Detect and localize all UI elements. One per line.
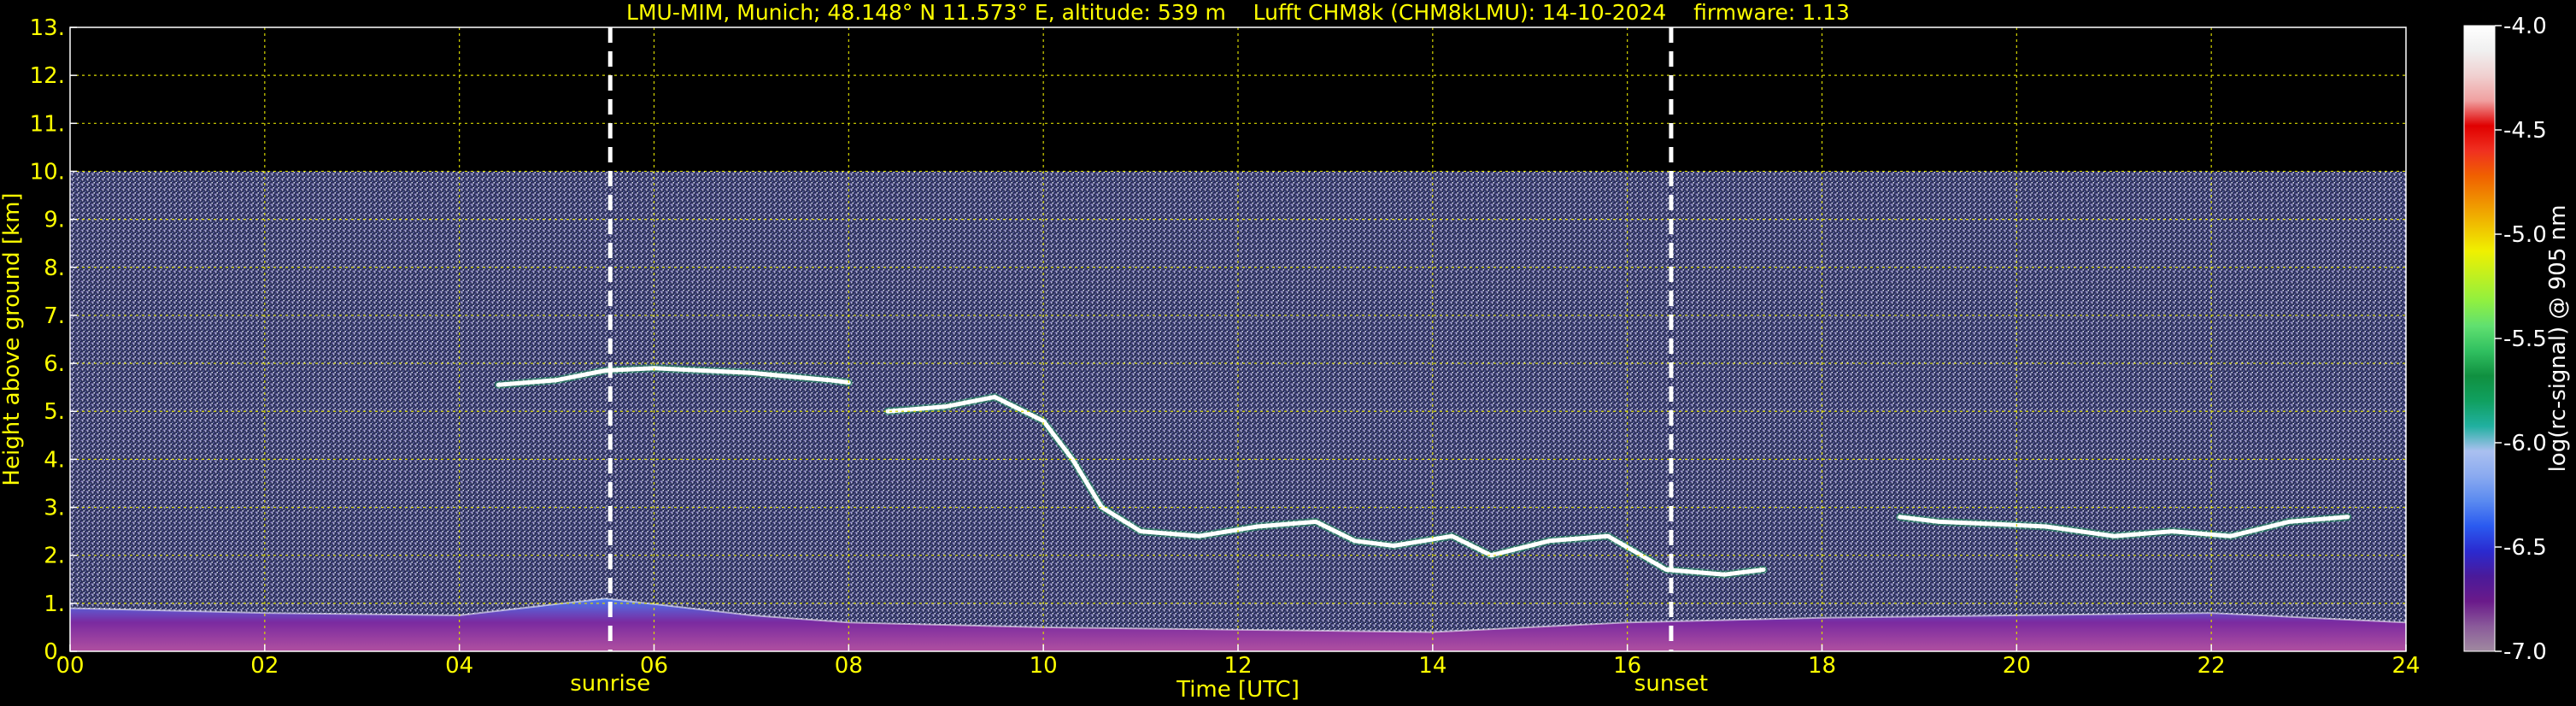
x-tick-label: 18: [1808, 653, 1836, 679]
colorbar-label: log(rc-signal) @ 905 nm: [2545, 205, 2571, 473]
event-label-sunset: sunset: [1634, 671, 1708, 697]
y-tick-label: 12.: [30, 63, 65, 89]
y-tick-label: 5.: [44, 399, 65, 425]
x-tick-label: 10: [1030, 653, 1058, 679]
colorbar-tick-label: -5.5: [2503, 327, 2547, 352]
x-tick-label: 14: [1418, 653, 1446, 679]
y-tick-label: 10.: [30, 159, 65, 185]
x-tick-label: 06: [640, 653, 668, 679]
colorbar-tick-label: -6.0: [2503, 431, 2547, 456]
y-tick-label: 6.: [44, 351, 65, 377]
y-tick-label: 9.: [44, 208, 65, 233]
y-tick-label: 4.: [44, 447, 65, 473]
x-tick-label: 02: [250, 653, 279, 679]
y-tick-label: 0.: [44, 639, 65, 665]
x-tick-label: 22: [2198, 653, 2226, 679]
colorbar-tick-label: -4.5: [2503, 118, 2547, 144]
chart-title: LMU-MIM, Munich; 48.148° N 11.573° E, al…: [626, 0, 1850, 25]
y-tick-label: 3.: [44, 496, 65, 521]
colorbar: -4.0 -4.5 -5.0 -5.5 -6.0 -6.5 -7.0 log(rc-sign…: [2463, 14, 2571, 665]
x-tick-label: 04: [445, 653, 473, 679]
colorbar-tick-label: -7.0: [2503, 639, 2547, 665]
y-tick-label: 7.: [44, 303, 65, 329]
x-tick-label: 20: [2003, 653, 2031, 679]
colorbar-tick-label: -5.0: [2503, 222, 2547, 248]
y-tick-label: 8.: [44, 256, 65, 281]
x-tick-label: 16: [1613, 653, 1641, 679]
y-tick-label: 11.: [30, 111, 65, 137]
x-axis-label: Time [UTC]: [1176, 677, 1300, 703]
x-tick-label: 08: [835, 653, 863, 679]
y-axis-label: Height above ground [km]: [0, 192, 25, 485]
colorbar-scale: [2463, 25, 2496, 652]
ceilometer-chart: sunrise sunset 00 02 04 06 08 10 12 14 16 18 20 22 24…: [0, 0, 2571, 703]
y-tick-label: 1.: [44, 591, 65, 617]
colorbar-tick-label: -4.0: [2503, 14, 2547, 39]
x-tick-label: 24: [2391, 653, 2420, 679]
colorbar-ticks: -4.0 -4.5 -5.0 -5.5 -6.0 -6.5 -7.0: [2495, 14, 2547, 665]
y-tick-label: 13.: [30, 15, 65, 41]
event-label-sunrise: sunrise: [570, 671, 650, 697]
x-tick-label: 12: [1223, 653, 1252, 679]
y-tick-label: 2.: [44, 544, 65, 569]
colorbar-tick-label: -6.5: [2503, 535, 2547, 561]
